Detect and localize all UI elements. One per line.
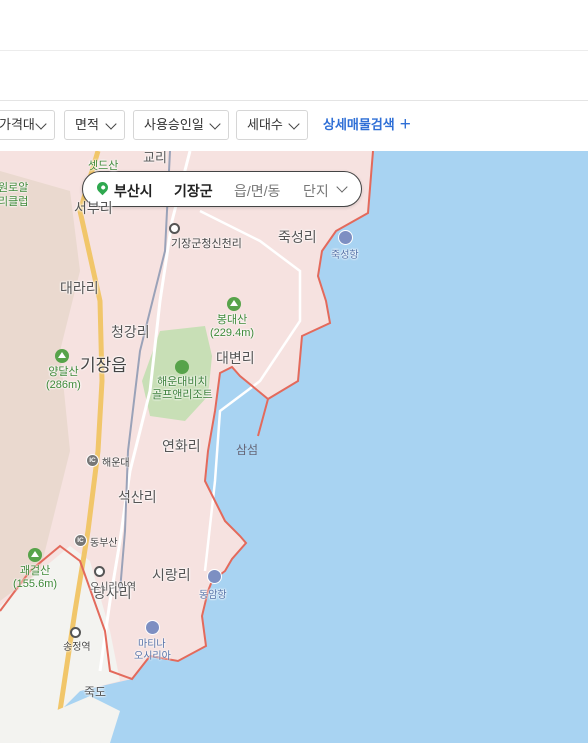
approval-date-filter-label: 사용승인일 [144,117,204,132]
map-label-songjeong-station: 송정역 [63,642,91,653]
map-label-ic-haeundae: 해운대 [102,458,130,469]
detail-search-label: 상세매물검색 [323,117,395,132]
detail-search-button[interactable]: 상세매물검색 + [323,110,411,140]
district-selector[interactable]: 기장군 [174,181,213,201]
top-header [0,0,588,51]
map-label-daebyeonri: 대변리 [216,350,255,366]
chevron-down-icon [209,118,221,130]
map-label-jukdo: 죽도 [84,685,107,699]
map-label-sirangri: 시랑리 [152,567,191,583]
yangdalsan-name: 양달산 [48,366,79,378]
gwaegeolsan-height: (155.6m) [13,578,58,590]
golf-icon [175,360,189,374]
approval-date-filter[interactable]: 사용승인일 [133,110,229,140]
gwaegeolsan-name: 괘걸산 [19,565,51,577]
map-label-gijang-eup: 기장읍 [80,356,127,375]
map-label-sinchon-stop: 기장군청신천리 [171,238,242,250]
bongdaesan-name: 봉대산 [216,314,248,326]
bus-stop-icon [169,223,180,234]
marina-icon [145,620,160,635]
bongdaesan-height: (229.4m) [210,327,255,339]
chevron-down-icon [105,118,117,130]
search-bar[interactable] [0,51,588,101]
map-label-seoksanri: 석산리 [118,489,157,505]
port-anchor-icon [338,230,353,245]
map-label-cheonggangri: 청강리 [111,324,150,340]
area-filter-label: 면적 [75,117,99,132]
households-filter-label: 세대수 [247,117,283,132]
map-label-resort: 리클럽 [0,196,29,208]
ic-haeundae-badge: IC [86,454,99,467]
ic-dongbusan-badge: IC [74,534,87,547]
location-selector[interactable]: 부산시 기장군 읍/면/동 단지 [82,171,362,207]
complex-selector[interactable]: 단지 [303,181,329,201]
price-range-filter-label: 가격대 [0,117,35,132]
map-label-gwaegeolsan: 괘걸산 (155.6m) [13,565,57,591]
price-range-filter[interactable]: 가격대 [0,110,55,140]
golf-name-2: 골프앤리조트 [152,389,213,401]
map-label-marina-2: 오시리아 [134,651,171,662]
map-label-jukseonghang: 죽성항 [331,250,359,261]
chevron-down-icon [336,181,348,193]
map-label-ic-dongbusan: 동부산 [90,538,118,549]
town-selector[interactable]: 읍/면/동 [234,181,280,201]
map-label-yeonhwari: 연화리 [162,438,201,454]
map-label-seokdeusan: 셋드산 [88,160,119,172]
area-filter[interactable]: 면적 [64,110,125,140]
map-label-samseom: 삼섬 [236,443,259,457]
chevron-down-icon [288,118,300,130]
map-label-golf: 해운대비치 골프앤리조트 [152,376,213,402]
map-label-jukseongri: 죽성리 [278,229,317,245]
map-label-bongdaesan: 봉대산 (229.4m) [210,314,254,340]
map-label-daerari: 대라리 [60,280,99,296]
plus-icon: + [399,114,411,135]
songjeong-station-icon [70,627,81,638]
households-filter[interactable]: 세대수 [236,110,308,140]
filter-bar: 가격대 면적 사용승인일 세대수 상세매물검색 + [0,101,588,151]
map-label-dongsari: 당사리 [93,585,132,601]
location-pin-icon [94,179,111,196]
yangdalsan-height: (286m) [46,379,81,391]
map-label-gyori: 교리 [143,151,167,165]
osiria-station-icon [94,566,105,577]
city-selector[interactable]: 부산시 [114,181,153,201]
map-canvas[interactable]: 부산시 기장군 읍/면/동 단지 교리 셋드산 원로알 리클럽 서부리 기장군청… [0,151,588,743]
chevron-down-icon [35,118,47,130]
map-label-yangdalsan: 양달산 (286m) [46,366,81,392]
map-label-seobu: 서부리 [74,200,113,216]
map-label-dongamhang: 동암항 [199,590,227,601]
port-anchor-icon [207,569,222,584]
golf-name-1: 해운대비치 [157,376,208,388]
